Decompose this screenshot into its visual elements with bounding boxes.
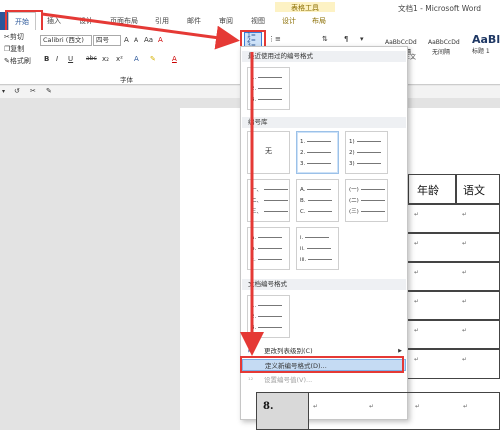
- annotation-arrows: [41, 12, 264, 356]
- arrow-home-to-numbering: [41, 12, 240, 50]
